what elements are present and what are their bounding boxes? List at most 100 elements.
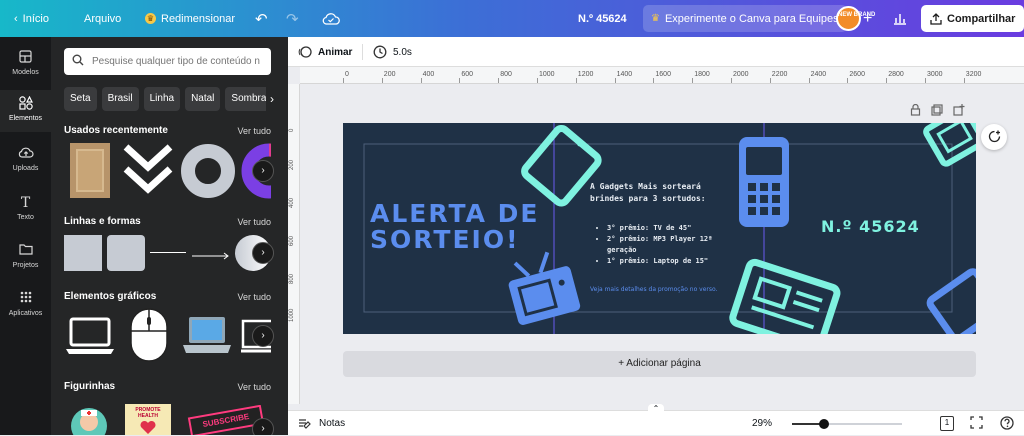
tv-icon xyxy=(508,251,581,325)
rail-item-apps[interactable]: Aplicativos xyxy=(0,288,51,328)
cloud-save-icon[interactable] xyxy=(322,0,340,37)
horizontal-ruler: 0 200 400 600 800 1000 1200 1400 1600 1800 2000 220… xyxy=(300,67,1024,84)
chip-brasil[interactable]: Brasil xyxy=(101,87,139,111)
shape-square-thumb[interactable] xyxy=(64,235,102,271)
chips-next-icon[interactable]: › xyxy=(266,87,274,111)
side-rail: Modelos Elementos Uploads T Texto Projet… xyxy=(0,37,51,435)
animate-button[interactable]: Animar xyxy=(298,37,352,67)
animate-icon xyxy=(298,46,312,58)
line-thumb[interactable] xyxy=(150,252,186,253)
stickers-next-button[interactable]: › xyxy=(252,418,274,435)
headline[interactable]: ALERTA DE SORTEIO! xyxy=(370,201,539,253)
editor-toolbar: Animar 5.0s xyxy=(288,37,1024,67)
file-label: Arquivo xyxy=(84,12,122,25)
ruler-tick-label: 800 xyxy=(500,71,512,78)
shape-rounded-square-thumb[interactable] xyxy=(107,235,145,271)
prize-list[interactable]: 3° prêmio: TV de 45" 2° prêmio: MP3 Play… xyxy=(599,223,739,267)
zoom-value[interactable]: 29% xyxy=(752,411,772,436)
ruler-tick-mark xyxy=(420,78,422,83)
chip-natal[interactable]: Natal xyxy=(185,87,221,111)
section-title-lines: Linhas e formas xyxy=(64,216,141,227)
ruler-tick-label: 0 xyxy=(289,128,295,132)
help-icon[interactable] xyxy=(999,416,1015,432)
see-all-stickers-link[interactable]: Ver tudo xyxy=(237,382,271,392)
footnote-text[interactable]: Veja mais detalhes da promoção no verso. xyxy=(590,286,718,293)
ruler-tick-mark xyxy=(692,78,694,83)
redo-icon[interactable]: ↷ xyxy=(286,0,299,37)
design-page[interactable]: ALERTA DE SORTEIO! A Gadgets Mais sortea… xyxy=(343,123,976,334)
try-canva-label: Experimente o Canva para Equipes xyxy=(664,12,839,25)
headline-line-1: ALERTA DE xyxy=(370,199,540,228)
ruler-tick-mark xyxy=(808,78,810,83)
duplicate-icon[interactable] xyxy=(931,104,943,119)
arrow-line-thumb[interactable] xyxy=(192,248,230,260)
text-icon: T xyxy=(20,195,31,211)
add-page-icon[interactable] xyxy=(953,104,965,119)
rail-item-label: Elementos xyxy=(8,115,43,122)
home-button[interactable]: ‹ Início xyxy=(14,0,49,37)
section-title-graphics: Elementos gráficos xyxy=(64,291,157,302)
promote-health-sticker-thumb[interactable]: PROMOTE HEALTH xyxy=(125,404,171,435)
ruler-tick-label: 1600 xyxy=(655,71,671,78)
vertical-ruler: 0 200 400 600 800 1000 xyxy=(288,84,300,404)
recent-double-chevron-thumb[interactable] xyxy=(123,143,173,197)
ruler-tick-label: 400 xyxy=(289,197,295,208)
recent-next-button[interactable]: › xyxy=(252,160,274,182)
rail-item-uploads[interactable]: Uploads xyxy=(0,143,51,183)
zoom-slider-track[interactable] xyxy=(792,419,902,429)
share-label: Compartilhar xyxy=(947,12,1016,25)
chevron-up-icon[interactable]: ⌃ xyxy=(648,404,664,413)
add-page-button[interactable]: + Adicionar página xyxy=(343,351,976,377)
search-box[interactable] xyxy=(64,48,271,75)
see-all-recent-link[interactable]: Ver tudo xyxy=(237,126,271,136)
prize-item: 2° prêmio: MP3 Player 12ª geração xyxy=(607,234,739,256)
chevron-left-icon: ‹ xyxy=(14,12,18,25)
rail-item-templates[interactable]: Modelos xyxy=(0,47,51,87)
notes-button[interactable]: Notas xyxy=(298,411,345,436)
zoom-slider-thumb[interactable] xyxy=(819,419,829,429)
recent-paper-texture-thumb[interactable] xyxy=(70,143,110,198)
undo-icon[interactable]: ↶ xyxy=(255,0,268,37)
rail-item-projects[interactable]: Projetos xyxy=(0,240,51,280)
duration-button[interactable]: 5.0s xyxy=(373,37,412,67)
try-canva-teams-button[interactable]: ♛ Experimente o Canva para Equipes xyxy=(643,5,847,32)
intro-text[interactable]: A Gadgets Mais sorteará brindes para 3 s… xyxy=(590,181,730,205)
ruler-tick-label: 1000 xyxy=(289,308,295,322)
ruler-tick-label: 400 xyxy=(422,71,435,78)
rail-item-elements[interactable]: Elementos xyxy=(0,90,51,132)
page-count-icon[interactable]: 1 xyxy=(940,416,954,431)
document-title-label: N.º 45624 xyxy=(578,12,627,25)
see-all-graphics-link[interactable]: Ver tudo xyxy=(237,292,271,302)
comment-add-button[interactable] xyxy=(981,124,1007,150)
avatar[interactable]: NEW BRAND xyxy=(836,0,875,37)
resize-button[interactable]: ♛ Redimensionar xyxy=(145,0,235,37)
shapes-icon xyxy=(0,95,51,112)
search-input[interactable] xyxy=(92,56,262,67)
share-button[interactable]: Compartilhar xyxy=(921,5,1024,32)
see-all-lines-link[interactable]: Ver tudo xyxy=(237,217,271,227)
mouse-graphic-thumb[interactable] xyxy=(129,307,169,363)
lock-icon[interactable] xyxy=(910,103,921,119)
file-menu[interactable]: Arquivo xyxy=(84,0,121,37)
chip-seta[interactable]: Seta xyxy=(64,87,97,111)
nurse-sticker-thumb[interactable] xyxy=(68,404,110,435)
rail-item-text[interactable]: T Texto xyxy=(0,192,51,232)
ruler-tick-mark xyxy=(847,78,849,83)
graphics-next-button[interactable]: › xyxy=(252,325,274,347)
lines-next-button[interactable]: › xyxy=(252,242,274,264)
laptop-color-graphic-thumb[interactable] xyxy=(181,313,233,359)
insights-icon[interactable] xyxy=(893,0,907,37)
recent-ring-thumb[interactable] xyxy=(180,143,236,199)
laptop-icon xyxy=(729,258,841,334)
fullscreen-icon[interactable] xyxy=(968,416,984,432)
ruler-tick-label: 800 xyxy=(289,273,295,284)
add-collaborator-icon[interactable]: + xyxy=(863,0,872,37)
ruler-tick-mark xyxy=(498,78,500,83)
document-title[interactable]: N.º 45624 xyxy=(578,0,627,37)
chip-linha[interactable]: Linha xyxy=(143,87,181,111)
home-label: Início xyxy=(22,12,49,25)
ruler-tick-mark xyxy=(575,78,577,83)
ticket-number[interactable]: N.º 45624 xyxy=(821,217,920,236)
laptop-outline-graphic-thumb[interactable] xyxy=(64,313,116,359)
layout-icon xyxy=(0,50,51,66)
